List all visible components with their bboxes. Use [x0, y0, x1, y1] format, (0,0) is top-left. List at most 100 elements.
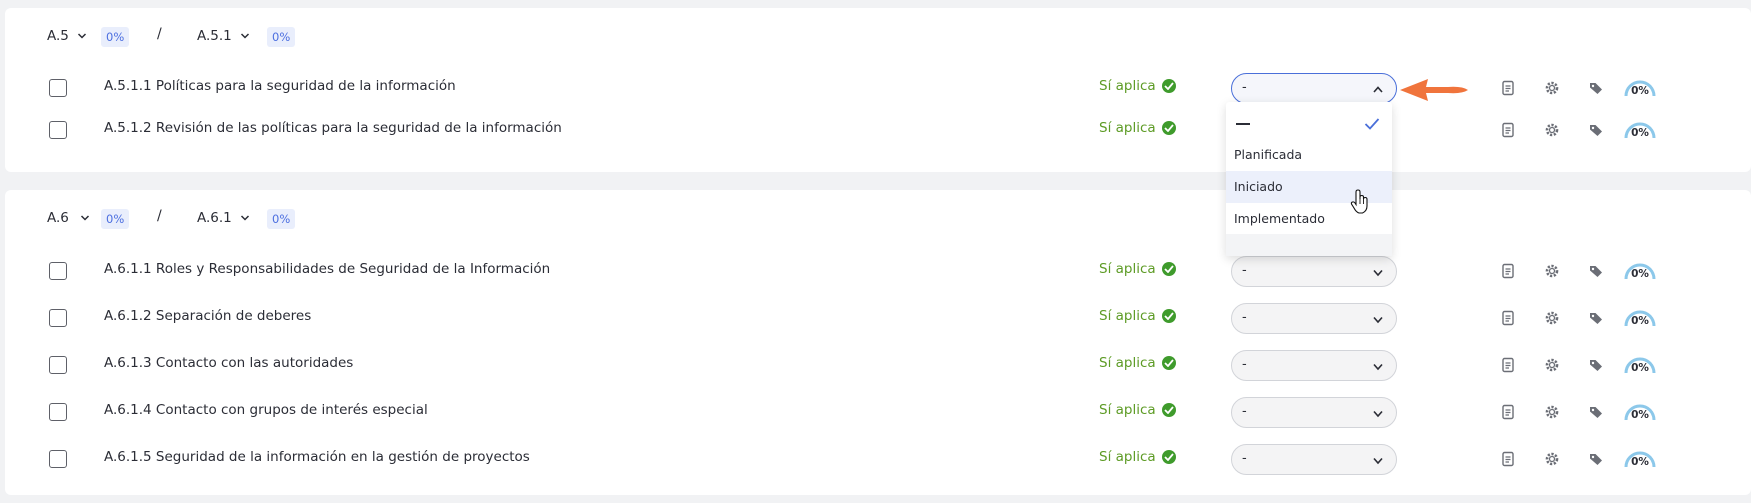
document-icon[interactable] — [1500, 451, 1516, 467]
applies-status: Sí aplica — [1099, 355, 1176, 371]
row-checkbox[interactable] — [49, 309, 67, 327]
tags-icon[interactable] — [1588, 80, 1604, 96]
row-checkbox[interactable] — [49, 403, 67, 421]
applies-label: Sí aplica — [1099, 261, 1156, 277]
progress-value: 0% — [1631, 127, 1649, 139]
dropdown-option-planificada[interactable]: Planificada — [1226, 139, 1392, 171]
gear-icon[interactable] — [1544, 263, 1560, 279]
select-value: - — [1242, 310, 1247, 325]
section-card-a6: A.6 0% / A.6.1 0% A.6.1.1 Roles y Respon… — [5, 190, 1751, 495]
implementation-status-select[interactable]: - — [1231, 444, 1397, 475]
control-row: A.6.1.1 Roles y Responsabilidades de Seg… — [5, 249, 1751, 293]
arrow-left-icon — [1400, 79, 1468, 101]
implementation-status-select[interactable]: - — [1231, 397, 1397, 428]
subsection-code[interactable]: A.5.1 — [197, 26, 232, 46]
section-card-a5: A.5 0% / A.5.1 0% A.5.1.1 Políticas para… — [5, 8, 1751, 172]
progress-value: 0% — [1631, 85, 1649, 97]
applies-label: Sí aplica — [1099, 120, 1156, 136]
applies-status: Sí aplica — [1099, 402, 1176, 418]
section-separator: / — [157, 26, 162, 42]
dropdown-option-none[interactable] — [1226, 108, 1392, 140]
row-checkbox[interactable] — [49, 262, 67, 280]
select-value: - — [1242, 404, 1247, 419]
section-code[interactable]: A.5 — [47, 26, 69, 46]
control-title: A.5.1.1 Políticas para la seguridad de l… — [104, 78, 456, 94]
control-title: A.6.1.4 Contacto con grupos de interés e… — [104, 402, 428, 418]
select-value: - — [1242, 263, 1247, 278]
progress-value: 0% — [1631, 456, 1649, 468]
chevron-down-icon[interactable] — [80, 213, 90, 223]
check-circle-icon — [1161, 262, 1176, 276]
gear-icon[interactable] — [1544, 310, 1560, 326]
applies-status: Sí aplica — [1099, 449, 1176, 465]
control-title: A.6.1.2 Separación de deberes — [104, 308, 312, 324]
chevron-down-icon — [1373, 363, 1383, 371]
select-value: - — [1242, 357, 1247, 372]
tags-icon[interactable] — [1588, 451, 1604, 467]
chevron-down-icon[interactable] — [240, 213, 250, 223]
subsection-code[interactable]: A.6.1 — [197, 208, 232, 228]
hand-cursor-icon — [1350, 189, 1368, 214]
select-value: - — [1242, 80, 1247, 95]
document-icon[interactable] — [1500, 263, 1516, 279]
check-circle-icon — [1161, 450, 1176, 464]
document-icon[interactable] — [1500, 80, 1516, 96]
tags-icon[interactable] — [1588, 357, 1604, 373]
chevron-down-icon — [1373, 316, 1383, 324]
document-icon[interactable] — [1500, 357, 1516, 373]
document-icon[interactable] — [1500, 310, 1516, 326]
control-title: A.6.1.3 Contacto con las autoridades — [104, 355, 354, 371]
control-row: A.6.1.4 Contacto con grupos de interés e… — [5, 390, 1751, 434]
applies-label: Sí aplica — [1099, 402, 1156, 418]
implementation-status-select[interactable]: - — [1231, 350, 1397, 381]
tags-icon[interactable] — [1588, 263, 1604, 279]
checkmark-icon — [1364, 118, 1380, 130]
progress-value: 0% — [1631, 315, 1649, 327]
section-percentage: 0% — [101, 209, 130, 229]
chevron-down-icon — [1373, 269, 1383, 277]
control-title: A.6.1.5 Seguridad de la información en l… — [104, 449, 530, 465]
control-row: A.5.1.2 Revisión de las políticas para l… — [5, 108, 1751, 152]
section-code[interactable]: A.6 — [47, 208, 69, 228]
gear-icon[interactable] — [1544, 451, 1560, 467]
control-title: A.6.1.1 Roles y Responsabilidades de Seg… — [104, 261, 551, 277]
row-checkbox[interactable] — [49, 356, 67, 374]
document-icon[interactable] — [1500, 122, 1516, 138]
chevron-down-icon[interactable] — [240, 31, 250, 41]
gear-icon[interactable] — [1544, 80, 1560, 96]
subsection-percentage: 0% — [267, 209, 296, 229]
applies-label: Sí aplica — [1099, 449, 1156, 465]
document-icon[interactable] — [1500, 404, 1516, 420]
section-separator: / — [157, 208, 162, 224]
section-header: A.5 0% / A.5.1 0% — [5, 8, 705, 64]
applies-status: Sí aplica — [1099, 120, 1176, 136]
chevron-down-icon[interactable] — [77, 31, 87, 41]
row-checkbox[interactable] — [49, 450, 67, 468]
gear-icon[interactable] — [1544, 357, 1560, 373]
applies-label: Sí aplica — [1099, 78, 1156, 94]
control-row: A.5.1.1 Políticas para la seguridad de l… — [5, 66, 1751, 110]
implementation-status-select[interactable]: - — [1231, 303, 1397, 334]
progress-value: 0% — [1631, 362, 1649, 374]
tags-icon[interactable] — [1588, 122, 1604, 138]
row-checkbox[interactable] — [49, 79, 67, 97]
check-circle-icon — [1161, 309, 1176, 323]
gear-icon[interactable] — [1544, 122, 1560, 138]
tags-icon[interactable] — [1588, 310, 1604, 326]
applies-status: Sí aplica — [1099, 308, 1176, 324]
implementation-status-select[interactable]: - — [1231, 73, 1397, 104]
gear-icon[interactable] — [1544, 404, 1560, 420]
control-row: A.6.1.3 Contacto con las autoridades Sí … — [5, 343, 1751, 387]
check-circle-icon — [1161, 356, 1176, 370]
progress-value: 0% — [1631, 268, 1649, 280]
subsection-percentage: 0% — [267, 27, 296, 47]
status-dropdown-menu: Planificada Iniciado Implementado — [1226, 102, 1392, 256]
row-checkbox[interactable] — [49, 121, 67, 139]
select-value: - — [1242, 451, 1247, 466]
implementation-status-select[interactable]: - — [1231, 256, 1397, 287]
applies-status: Sí aplica — [1099, 261, 1176, 277]
tags-icon[interactable] — [1588, 404, 1604, 420]
control-title: A.5.1.2 Revisión de las políticas para l… — [104, 120, 562, 136]
check-circle-icon — [1161, 79, 1176, 93]
check-circle-icon — [1161, 403, 1176, 417]
